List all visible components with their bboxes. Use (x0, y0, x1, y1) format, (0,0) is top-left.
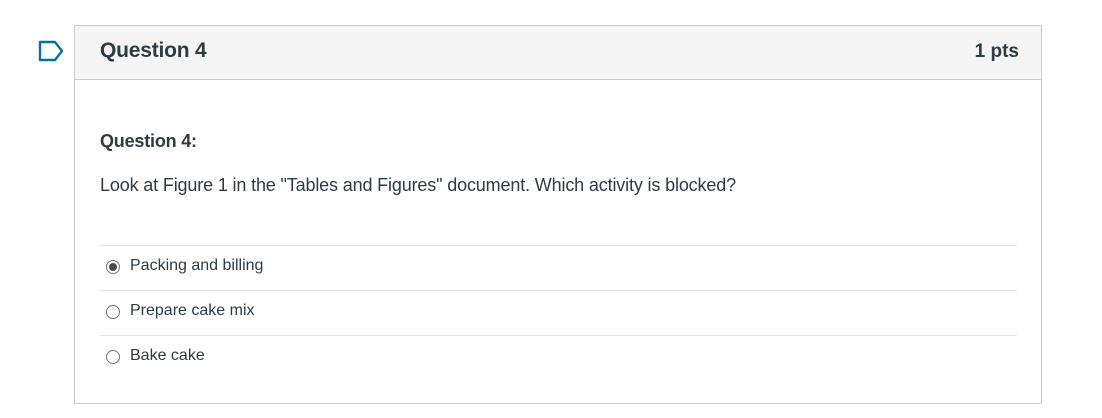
answer-option[interactable]: Prepare cake mix (100, 291, 1017, 336)
answer-label[interactable]: Bake cake (130, 347, 205, 365)
radio-button-selected[interactable] (106, 260, 120, 274)
question-points: 1 pts (974, 41, 1019, 62)
flag-question-icon[interactable] (38, 40, 64, 62)
answer-option[interactable]: Bake cake (100, 336, 1017, 381)
radio-button[interactable] (106, 305, 120, 319)
question-title: Question 4 (100, 39, 207, 62)
radio-button[interactable] (106, 350, 120, 364)
question-card: Question 4 1 pts Question 4: Look at Fig… (74, 25, 1042, 404)
question-header: Question 4 1 pts (75, 26, 1041, 80)
question-subtitle: Question 4: (100, 131, 197, 151)
answer-option[interactable]: Packing and billing (100, 246, 1017, 291)
answer-label[interactable]: Prepare cake mix (130, 302, 255, 320)
question-text: Look at Figure 1 in the "Tables and Figu… (100, 175, 736, 195)
answer-label[interactable]: Packing and billing (130, 257, 263, 275)
answer-list: Packing and billing Prepare cake mix Bak… (100, 245, 1017, 381)
